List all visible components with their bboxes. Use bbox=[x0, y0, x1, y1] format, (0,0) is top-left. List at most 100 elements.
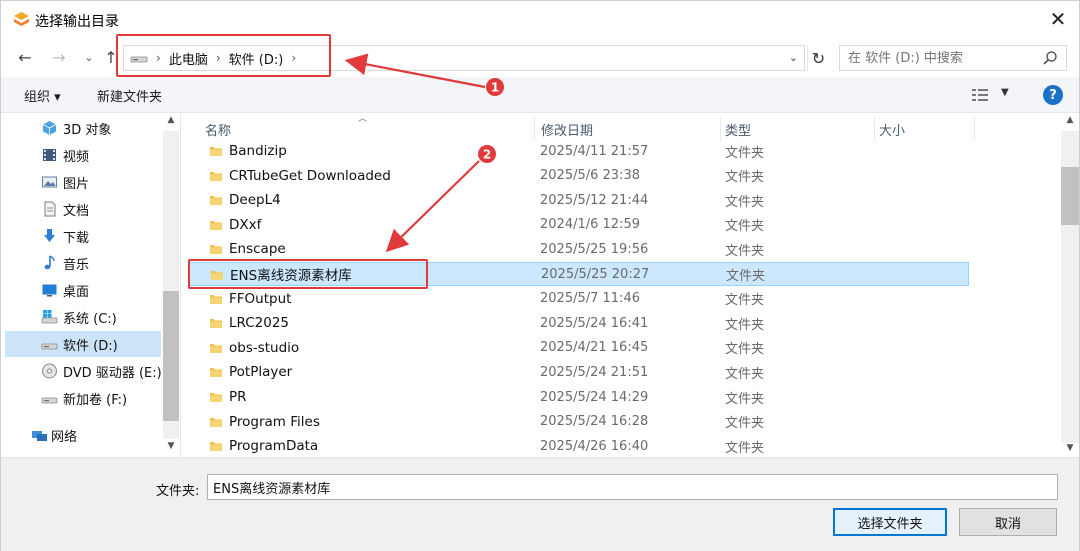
sidebar-scroll-up-icon[interactable]: ▲ bbox=[163, 115, 179, 129]
filelist-scroll-up-icon[interactable]: ▲ bbox=[1061, 115, 1079, 129]
sidebar-item-label: 软件 (D:) bbox=[63, 338, 118, 354]
file-modified-date: 2025/4/26 16:40 bbox=[540, 438, 649, 454]
window-title: 选择输出目录 bbox=[35, 14, 119, 30]
column-header-name[interactable]: 名称 bbox=[183, 117, 535, 141]
dialog-footer: 文件夹: 选择文件夹 取消 bbox=[1, 457, 1079, 551]
file-type: 文件夹 bbox=[725, 342, 765, 358]
file-type: 文件夹 bbox=[725, 440, 765, 456]
table-row[interactable]: ProgramData 2025/4/26 16:40 文件夹 bbox=[189, 434, 969, 458]
sidebar-item-new-volume-f[interactable]: 新加卷 (F:) bbox=[5, 385, 161, 411]
file-name: PotPlayer bbox=[229, 364, 293, 381]
table-row[interactable]: Program Files 2025/5/24 16:28 文件夹 bbox=[189, 410, 969, 434]
command-toolbar: 组织 ▾ 新建文件夹 ▼ ? bbox=[1, 77, 1079, 113]
table-row[interactable]: PR 2025/5/24 14:29 文件夹 bbox=[189, 385, 969, 409]
app-logo-icon bbox=[14, 12, 29, 26]
drive-icon bbox=[41, 343, 58, 350]
organize-menu-button[interactable]: 组织 ▾ bbox=[24, 86, 61, 105]
sidebar-scrollbar[interactable] bbox=[163, 131, 179, 439]
table-row[interactable]: Bandizip 2025/4/11 21:57 文件夹 bbox=[189, 139, 969, 163]
sidebar-item-dvd-e[interactable]: DVD 驱动器 (E:) bbox=[5, 358, 162, 384]
view-options-dropdown-icon[interactable]: ▼ bbox=[1001, 87, 1009, 98]
drive-icon bbox=[41, 397, 58, 404]
table-row[interactable]: DXxf 2024/1/6 12:59 文件夹 bbox=[189, 213, 969, 237]
column-header-type[interactable]: 类型 bbox=[721, 117, 875, 141]
sidebar-item-video[interactable]: 视频 bbox=[5, 142, 161, 168]
download-icon bbox=[44, 229, 55, 242]
sidebar-item-desktop[interactable]: 桌面 bbox=[5, 277, 161, 303]
file-name: Enscape bbox=[229, 241, 286, 258]
view-details-icon[interactable] bbox=[971, 87, 989, 103]
folder-icon bbox=[210, 417, 222, 427]
search-input[interactable] bbox=[848, 50, 1066, 66]
folder-icon bbox=[210, 368, 222, 378]
address-dropdown-icon[interactable]: ⌄ bbox=[789, 51, 798, 64]
filelist-scrollbar[interactable] bbox=[1061, 131, 1079, 443]
sidebar-scrollbar-thumb[interactable] bbox=[163, 291, 179, 421]
forward-button[interactable]: → bbox=[49, 47, 69, 67]
file-type: 文件夹 bbox=[725, 219, 765, 235]
recent-locations-button[interactable]: ⌄ bbox=[79, 47, 99, 67]
system-drive-icon bbox=[41, 310, 58, 324]
folder-icon bbox=[210, 393, 222, 402]
table-row[interactable]: FFOutput 2025/5/7 11:46 文件夹 bbox=[189, 287, 969, 311]
sidebar-item-label: 网络 bbox=[51, 429, 78, 445]
desktop-icon bbox=[42, 284, 57, 297]
file-name: PR bbox=[229, 389, 247, 405]
pictures-icon bbox=[42, 176, 57, 188]
sidebar-item-pictures[interactable]: 图片 bbox=[5, 169, 161, 195]
file-type: 文件夹 bbox=[725, 243, 765, 259]
table-row[interactable]: CRTubeGet Downloaded 2025/5/6 23:38 文件夹 bbox=[189, 164, 969, 188]
file-type: 文件夹 bbox=[726, 268, 766, 284]
table-row[interactable]: obs-studio 2025/4/21 16:45 文件夹 bbox=[189, 336, 969, 360]
sidebar-scroll-down-icon[interactable]: ▼ bbox=[163, 441, 179, 455]
file-name: LRC2025 bbox=[229, 315, 290, 332]
folder-icon bbox=[210, 220, 222, 230]
filelist-scrollbar-thumb[interactable] bbox=[1061, 167, 1079, 225]
network-icon bbox=[32, 431, 47, 441]
folder-icon bbox=[210, 171, 222, 181]
dvd-icon bbox=[42, 363, 57, 379]
table-row[interactable]: DeepL4 2025/5/12 21:44 文件夹 bbox=[189, 188, 969, 212]
annotation-box-address bbox=[116, 34, 331, 77]
new-folder-button[interactable]: 新建文件夹 bbox=[97, 86, 162, 105]
chevron-down-icon: ⌄ bbox=[84, 50, 94, 64]
select-folder-button[interactable]: 选择文件夹 bbox=[833, 508, 947, 536]
file-modified-date: 2025/5/24 16:41 bbox=[540, 315, 649, 331]
sidebar-item-label: 文档 bbox=[63, 203, 90, 219]
sidebar-item-software-d[interactable]: 软件 (D:) bbox=[5, 331, 161, 357]
navigation-pane: ▲ ▼ 3D 对象 视频 图片 文档 下载 音乐 桌面 系统 (C:) 软件 (… bbox=[1, 113, 181, 457]
search-box[interactable] bbox=[839, 45, 1067, 71]
sidebar-item-label: DVD 驱动器 (E:) bbox=[63, 365, 162, 381]
sidebar-item-3d-objects[interactable]: 3D 对象 bbox=[5, 115, 161, 141]
file-name: Program Files bbox=[229, 413, 320, 430]
column-header-date[interactable]: 修改日期 bbox=[535, 117, 721, 141]
sidebar-item-network[interactable]: 网络 bbox=[5, 422, 161, 448]
3d-objects-icon bbox=[42, 121, 57, 135]
table-row[interactable]: PotPlayer 2025/5/24 21:51 文件夹 bbox=[189, 360, 969, 384]
refresh-button[interactable]: ↻ bbox=[807, 45, 829, 71]
folder-icon bbox=[210, 442, 222, 452]
music-icon bbox=[44, 255, 55, 270]
column-header-size[interactable]: 大小 bbox=[875, 117, 975, 141]
sidebar-item-downloads[interactable]: 下载 bbox=[5, 223, 161, 249]
cancel-button[interactable]: 取消 bbox=[959, 508, 1057, 536]
close-button[interactable]: ✕ bbox=[1043, 5, 1073, 33]
sidebar-item-system-c[interactable]: 系统 (C:) bbox=[5, 304, 161, 330]
file-modified-date: 2024/1/6 12:59 bbox=[540, 217, 640, 233]
file-name: ProgramData bbox=[229, 438, 319, 455]
file-type: 文件夹 bbox=[725, 366, 765, 382]
sidebar-item-documents[interactable]: 文档 bbox=[5, 196, 161, 222]
table-row[interactable]: Enscape 2025/5/25 19:56 文件夹 bbox=[189, 237, 969, 261]
file-type: 文件夹 bbox=[725, 391, 765, 407]
folder-icon bbox=[210, 245, 222, 255]
help-icon[interactable]: ? bbox=[1043, 85, 1063, 105]
filelist-scroll-down-icon[interactable]: ▼ bbox=[1061, 443, 1079, 457]
sidebar-item-music[interactable]: 音乐 bbox=[5, 250, 161, 276]
back-button[interactable]: ← bbox=[15, 47, 35, 67]
search-icon bbox=[1043, 51, 1057, 65]
table-row[interactable]: LRC2025 2025/5/24 16:41 文件夹 bbox=[189, 311, 969, 335]
file-modified-date: 2025/5/25 20:27 bbox=[541, 266, 650, 282]
folder-name-input[interactable] bbox=[207, 474, 1058, 500]
file-modified-date: 2025/5/25 19:56 bbox=[540, 241, 649, 257]
refresh-icon: ↻ bbox=[811, 48, 826, 68]
